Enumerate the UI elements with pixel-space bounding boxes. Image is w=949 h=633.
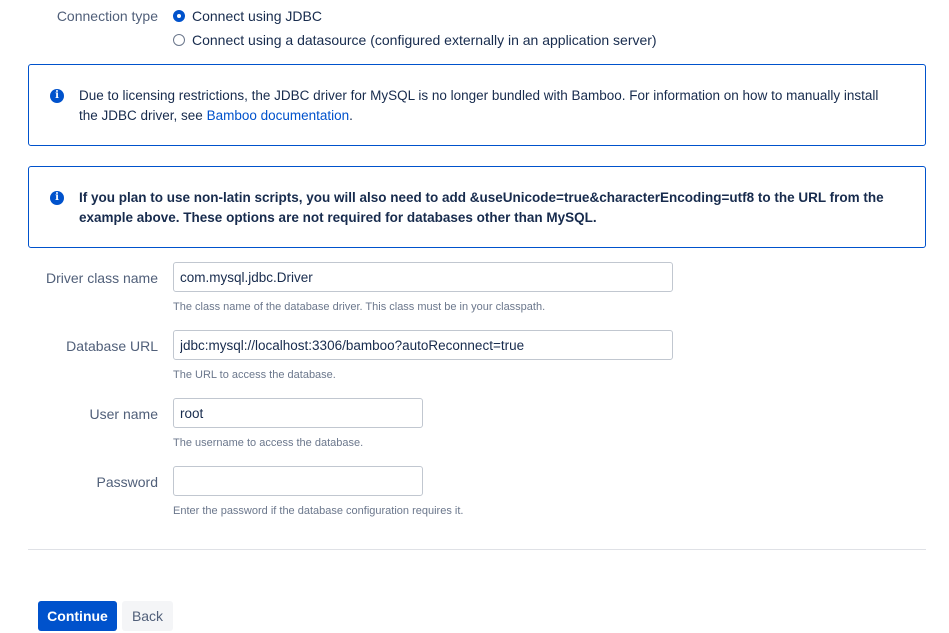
user-name-label: User name	[89, 406, 158, 422]
radio-label-jdbc: Connect using JDBC	[192, 8, 322, 24]
user-name-input[interactable]	[173, 398, 423, 428]
info-message-text: Due to licensing restrictions, the JDBC …	[79, 86, 889, 126]
driver-class-input[interactable]	[173, 262, 673, 292]
database-setup-form: Connection type Connect using JDBC Conne…	[0, 0, 949, 633]
info-message-jdbc-driver: i Due to licensing restrictions, the JDB…	[28, 64, 926, 146]
radio-button-selected[interactable]	[173, 10, 185, 22]
connection-type-label: Connection type	[56, 8, 158, 24]
user-name-help: The username to access the database.	[173, 437, 364, 449]
info-icon: i	[50, 89, 64, 103]
radio-label-datasource: Connect using a datasource (configured e…	[192, 32, 657, 48]
database-url-help: The URL to access the database.	[173, 369, 336, 381]
info-message-unicode-text: If you plan to use non-latin scripts, yo…	[79, 190, 884, 225]
password-input[interactable]	[173, 466, 423, 496]
radio-connect-jdbc[interactable]: Connect using JDBC	[173, 8, 322, 24]
password-help: Enter the password if the database confi…	[173, 505, 464, 517]
bamboo-documentation-link[interactable]: Bamboo documentation	[207, 108, 350, 123]
continue-button[interactable]: Continue	[38, 601, 117, 631]
driver-class-label: Driver class name	[45, 270, 158, 286]
database-url-label: Database URL	[66, 338, 158, 354]
info-icon: i	[50, 191, 64, 205]
driver-class-help: The class name of the database driver. T…	[173, 301, 546, 313]
radio-connect-datasource[interactable]: Connect using a datasource (configured e…	[173, 32, 657, 48]
info-message-unicode: i If you plan to use non-latin scripts, …	[28, 166, 926, 248]
info-message-end: .	[349, 108, 353, 123]
back-button[interactable]: Back	[122, 601, 173, 631]
info-message-body: Due to licensing restrictions, the JDBC …	[79, 88, 879, 123]
form-divider	[28, 549, 926, 550]
password-label: Password	[96, 474, 158, 490]
database-url-input[interactable]	[173, 330, 673, 360]
radio-button-unselected[interactable]	[173, 34, 185, 46]
